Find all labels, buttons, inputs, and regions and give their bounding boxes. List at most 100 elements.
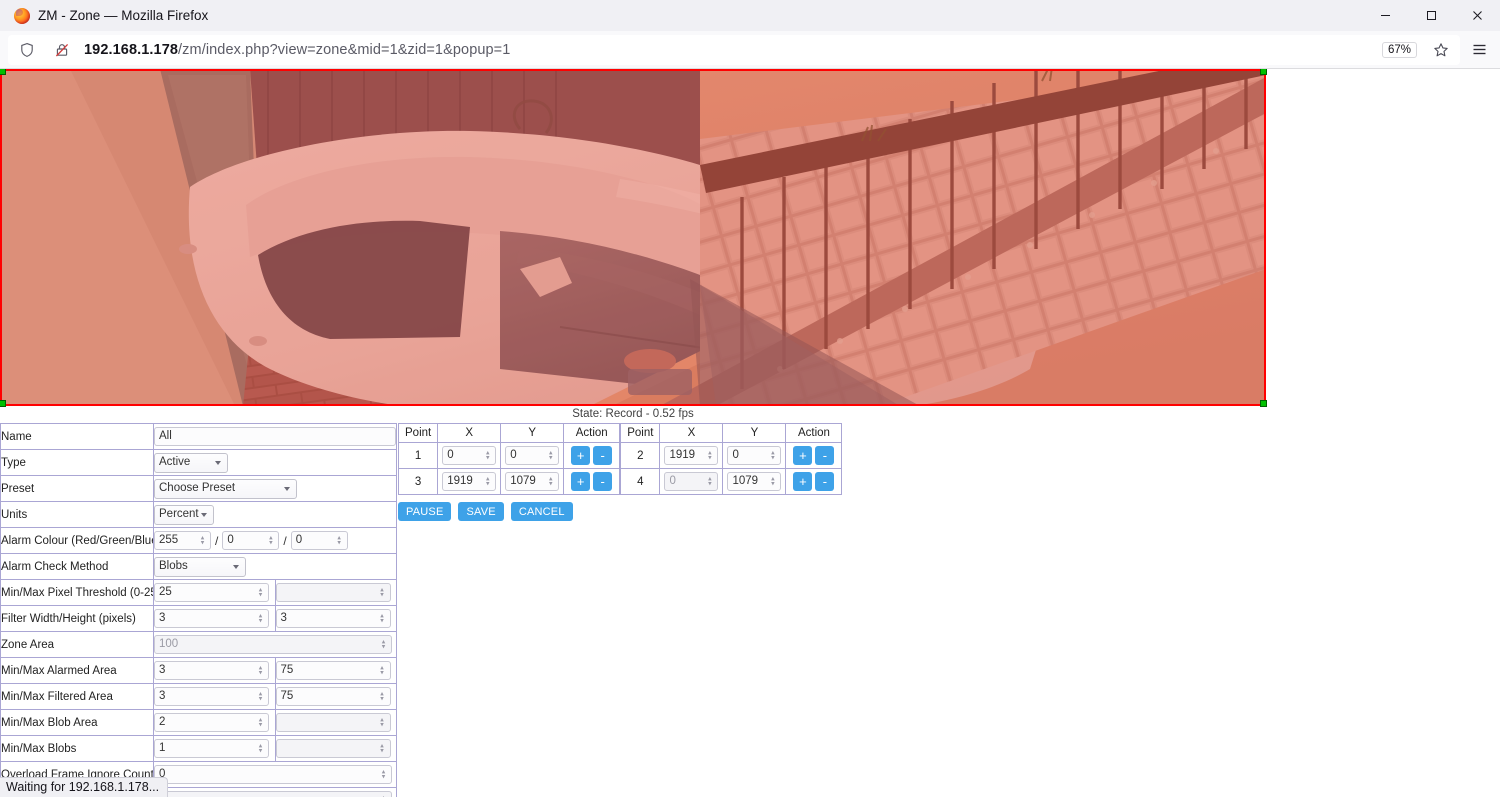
spinner-icon[interactable]: ▴▾ bbox=[256, 716, 265, 729]
spinner-icon: ▴ ▾ bbox=[381, 638, 386, 651]
spinner-icon[interactable]: ▴▾ bbox=[335, 534, 344, 547]
spinner-icon[interactable]: ▴▾ bbox=[768, 449, 777, 462]
star-icon[interactable] bbox=[1428, 37, 1454, 63]
max-filtered-area-input[interactable]: 75 ▴ ▾ bbox=[275, 687, 391, 706]
shield-icon[interactable] bbox=[14, 37, 40, 63]
points-header-row: Point X Y Action bbox=[397, 423, 621, 443]
label-filtered-area: Min/Max Filtered Area bbox=[0, 683, 154, 710]
min-blob-area-value: 2 bbox=[159, 716, 166, 728]
add-point-button[interactable]: + bbox=[793, 446, 813, 465]
alarm-colour-blue-value: 0 bbox=[295, 534, 303, 546]
point-3-x-input[interactable]: 1919 ▴ ▾ bbox=[442, 472, 497, 491]
filter-width-input[interactable]: 3 ▴ ▾ bbox=[154, 609, 269, 628]
point-y-cell: 0 ▴ ▾ bbox=[722, 442, 787, 469]
spinner-icon[interactable]: ▴▾ bbox=[256, 586, 265, 599]
spinner-icon[interactable]: ▴▾ bbox=[378, 664, 387, 677]
field-cell-zone-area: 100 ▴ ▾ bbox=[153, 631, 397, 658]
points-tables: Point X Y Action 1 0 ▴ ▾ 0 ▴ ▾ + - 3 191… bbox=[397, 423, 843, 495]
point-1-x-input[interactable]: 0 ▴ ▾ bbox=[442, 446, 497, 465]
spinner-icon[interactable]: ▴▾ bbox=[378, 742, 387, 755]
type-select[interactable]: Active bbox=[154, 452, 228, 473]
spinner-icon[interactable]: ▴▾ bbox=[546, 475, 555, 488]
point-4-y-input[interactable]: 1079 ▴ ▾ bbox=[727, 472, 782, 491]
add-point-button[interactable]: + bbox=[571, 472, 591, 491]
point-3-y-input[interactable]: 1079 ▴ ▾ bbox=[505, 472, 560, 491]
camera-feed-container[interactable] bbox=[0, 69, 1267, 407]
point-2-x-input[interactable]: 1919 ▴ ▾ bbox=[664, 446, 719, 465]
label-filter-size: Filter Width/Height (pixels) bbox=[0, 605, 154, 632]
spinner-icon[interactable]: ▴▾ bbox=[198, 534, 207, 547]
spinner-icon[interactable]: ▴▾ bbox=[483, 449, 492, 462]
spinner-icon[interactable]: ▴▾ bbox=[266, 534, 275, 547]
min-alarmed-area-input[interactable]: 3 ▴ ▾ bbox=[154, 661, 269, 680]
browser-tab[interactable]: ZM - Zone — Mozilla Firefox bbox=[6, 0, 222, 31]
hamburger-menu-icon[interactable] bbox=[1466, 37, 1492, 63]
max-blobs-input[interactable]: ▴ ▾ bbox=[275, 739, 391, 758]
field-cell-min-pixel-threshold: 25 ▴ ▾ bbox=[153, 579, 276, 606]
field-cell-max-blobs: ▴ ▾ bbox=[274, 735, 397, 762]
spinner-icon[interactable]: ▴▾ bbox=[378, 716, 387, 729]
units-select[interactable]: Percent bbox=[154, 504, 214, 525]
alarm-colour-red-input[interactable]: 255 ▴ ▾ bbox=[154, 531, 211, 550]
spinner-icon[interactable]: ▴▾ bbox=[256, 664, 265, 677]
save-button[interactable]: SAVE bbox=[458, 502, 504, 521]
header-x: X bbox=[659, 423, 724, 443]
pause-button[interactable]: PAUSE bbox=[398, 502, 452, 521]
spinner-icon[interactable]: ▴▾ bbox=[378, 690, 387, 703]
spinner-icon[interactable]: ▴▾ bbox=[705, 449, 714, 462]
add-point-button[interactable]: + bbox=[571, 446, 591, 465]
extend-alarm-frame-count-input[interactable]: 0▴▾ bbox=[154, 791, 392, 797]
min-pixel-threshold-input[interactable]: 25 ▴ ▾ bbox=[154, 583, 269, 602]
name-input[interactable]: All bbox=[154, 427, 396, 446]
min-filtered-area-input[interactable]: 3 ▴ ▾ bbox=[154, 687, 269, 706]
alarm-colour-blue-input[interactable]: 0 ▴ ▾ bbox=[290, 531, 348, 550]
spinner-icon[interactable]: ▴▾ bbox=[483, 475, 492, 488]
zoom-level-badge[interactable]: 67% bbox=[1381, 41, 1417, 58]
zone-points-area: Point X Y Action 1 0 ▴ ▾ 0 ▴ ▾ + - 3 191… bbox=[397, 423, 843, 521]
alarm-check-method-select[interactable]: Blobs bbox=[154, 556, 246, 577]
zone-point-handle-3[interactable] bbox=[1260, 400, 1267, 407]
field-cell-overload-frame-ignore-count: 0 ▴ ▾ bbox=[153, 761, 397, 788]
spinner-icon[interactable]: ▴▾ bbox=[378, 586, 387, 599]
camera-scene bbox=[0, 69, 1266, 406]
spinner-icon[interactable]: ▴▾ bbox=[256, 612, 265, 625]
alarm-colour-green-input[interactable]: 0 ▴ ▾ bbox=[222, 531, 280, 550]
max-alarmed-area-input[interactable]: 75 ▴ ▾ bbox=[275, 661, 391, 680]
point-2-y-input[interactable]: 0 ▴ ▾ bbox=[727, 446, 782, 465]
spinner-icon[interactable]: ▴▾ bbox=[256, 690, 265, 703]
url-bar[interactable]: 192.168.1.178/zm/index.php?view=zone&mid… bbox=[8, 34, 1460, 65]
point-action-cell: + - bbox=[785, 442, 843, 469]
point-4-x-input[interactable]: 0 ▴ ▾ bbox=[664, 472, 719, 491]
add-point-button[interactable]: + bbox=[793, 472, 813, 491]
point-x-cell: 0 ▴ ▾ bbox=[659, 468, 724, 495]
min-blob-area-input[interactable]: 2 ▴ ▾ bbox=[154, 713, 269, 732]
min-blobs-input[interactable]: 1 ▴ ▾ bbox=[154, 739, 269, 758]
spinner-icon[interactable]: ▴▾ bbox=[256, 742, 265, 755]
spinner-icon[interactable]: ▴▾ bbox=[378, 612, 387, 625]
preset-select[interactable]: Choose Preset bbox=[154, 478, 297, 499]
url-text[interactable]: 192.168.1.178/zm/index.php?view=zone&mid… bbox=[84, 42, 1373, 58]
field-cell-min-alarmed-area: 3 ▴ ▾ bbox=[153, 657, 276, 684]
spinner-icon[interactable]: ▴▾ bbox=[546, 449, 555, 462]
remove-point-button[interactable]: - bbox=[815, 446, 835, 465]
spinner-icon[interactable]: ▴▾ bbox=[705, 475, 714, 488]
zone-point-handle-1[interactable] bbox=[0, 69, 6, 75]
remove-point-button[interactable]: - bbox=[593, 472, 613, 491]
max-blob-area-input[interactable]: ▴ ▾ bbox=[275, 713, 391, 732]
maximize-button[interactable] bbox=[1408, 0, 1454, 31]
cancel-button[interactable]: CANCEL bbox=[510, 502, 573, 521]
max-pixel-threshold-input[interactable]: ▴ ▾ bbox=[275, 583, 391, 602]
filter-height-input[interactable]: 3 ▴ ▾ bbox=[275, 609, 391, 628]
remove-point-button[interactable]: - bbox=[815, 472, 835, 491]
zone-point-handle-2[interactable] bbox=[1260, 69, 1267, 75]
close-button[interactable] bbox=[1454, 0, 1500, 31]
point-1-y-input[interactable]: 0 ▴ ▾ bbox=[505, 446, 560, 465]
spinner-icon[interactable]: ▴▾ bbox=[379, 768, 388, 781]
overload-frame-ignore-count-input[interactable]: 0 ▴ ▾ bbox=[154, 765, 392, 784]
minimize-button[interactable] bbox=[1362, 0, 1408, 31]
spinner-icon[interactable]: ▴▾ bbox=[768, 475, 777, 488]
remove-point-button[interactable]: - bbox=[593, 446, 613, 465]
zone-point-handle-4[interactable] bbox=[0, 400, 6, 407]
lock-crossed-icon[interactable] bbox=[49, 37, 75, 63]
settings-row-pixel-threshold: Min/Max Pixel Threshold (0-255) 25 ▴ ▾ ▴ ▾ bbox=[0, 579, 397, 606]
